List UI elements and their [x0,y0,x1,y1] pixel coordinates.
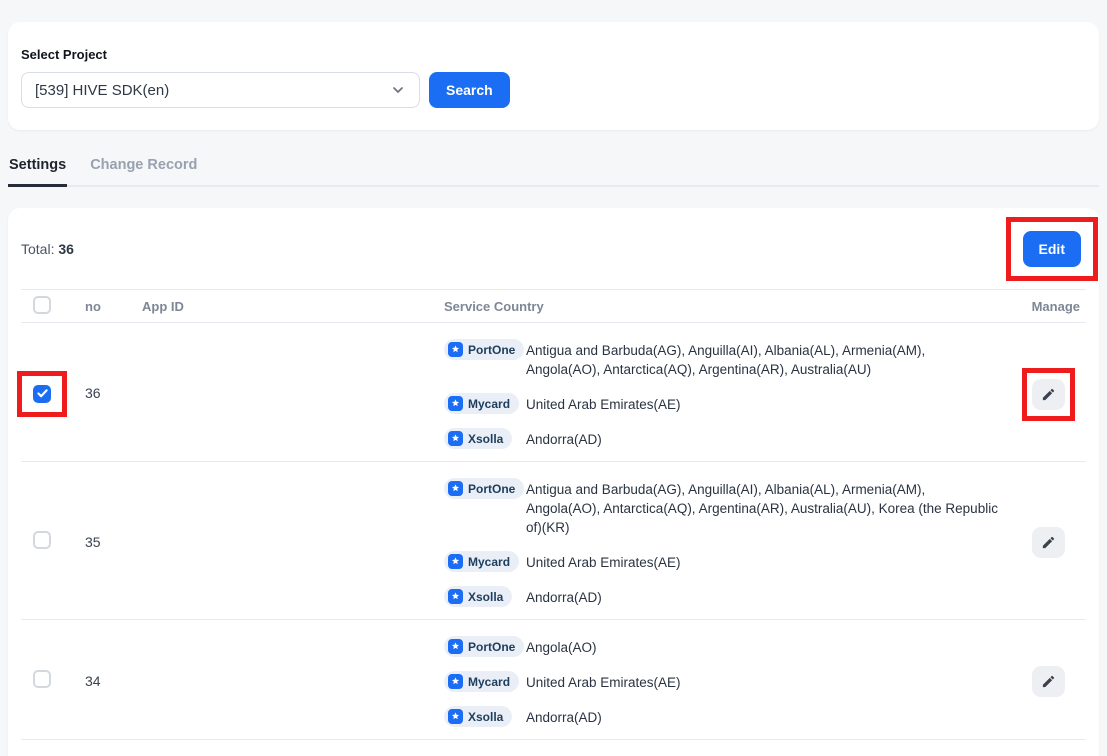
provider-badge: PortOne [444,478,524,499]
provider-icon [448,431,463,446]
provider-badge-label: Xsolla [468,590,503,604]
row-no: 36 [85,385,101,401]
provider-entry: Mycard United Arab Emirates(AE) [444,393,1000,414]
column-header-no: no [85,299,142,314]
column-header-app-id: App ID [142,299,444,314]
provider-badge: Xsolla [444,586,512,607]
provider-list: PortOne Antigua and Barbuda(AG), Anguill… [444,339,1000,449]
provider-badge: Xsolla [444,706,512,727]
provider-icon [448,342,463,357]
search-button[interactable]: Search [429,72,510,108]
provider-countries: United Arab Emirates(AE) [526,551,681,572]
table-body: 36 PortOne Antigua and Barbuda(AG), Angu… [21,323,1086,756]
provider-badge: Mycard [444,671,519,692]
table-row: 34 PortOne Angola(AO) Mycard United Arab… [21,620,1086,740]
row-edit-button[interactable] [1032,379,1065,410]
row-no: 34 [85,673,101,689]
provider-badge: Mycard [444,551,519,572]
provider-icon [448,589,463,604]
checkbox-annotation [17,371,67,417]
project-select[interactable]: [539] HIVE SDK(en) [21,72,420,108]
pencil-icon [1041,674,1056,689]
row-edit-button[interactable] [1032,527,1065,558]
provider-entry: PortOne Angola(AO) [444,636,1000,657]
provider-entry: Xsolla Andorra(AD) [444,706,1000,727]
table-header: no App ID Service Country Manage [21,289,1086,323]
edit-button-annotation: Edit [1006,217,1098,281]
provider-badge: Mycard [444,393,519,414]
provider-icon [448,674,463,689]
provider-countries: Antigua and Barbuda(AG), Anguilla(AI), A… [526,339,1000,379]
table-row: 36 PortOne Antigua and Barbuda(AG), Angu… [21,323,1086,462]
chevron-down-icon [390,82,406,98]
provider-entry: PortOne Antigua and Barbuda(AG), Anguill… [444,478,1000,537]
row-checkbox[interactable] [33,385,51,403]
total-label: Total: [21,241,54,257]
provider-countries: Andorra(AD) [526,428,602,449]
provider-icon [448,709,463,724]
table-row: 35 PortOne Antigua and Barbuda(AG), Angu… [21,462,1086,620]
provider-icon [448,481,463,496]
pencil-icon [1041,387,1056,402]
provider-icon [448,639,463,654]
manage-annotation [1022,655,1075,708]
provider-list: PortOne Antigua and Barbuda(AG), Anguill… [444,478,1000,607]
provider-icon [448,554,463,569]
column-header-service-country: Service Country [444,299,1000,314]
provider-badge: PortOne [444,636,524,657]
row-no: 35 [85,534,101,550]
total-count: Total: 36 [21,241,74,257]
provider-badge-label: PortOne [468,343,515,357]
provider-countries: Angola(AO) [526,636,597,657]
provider-badge-label: Xsolla [468,432,503,446]
row-edit-button[interactable] [1032,666,1065,697]
checkbox-annotation [17,517,67,563]
provider-countries: Andorra(AD) [526,586,602,607]
provider-countries: Andorra(AD) [526,706,602,727]
pencil-icon [1041,535,1056,550]
provider-badge-label: Mycard [468,555,510,569]
provider-entry: Xsolla Andorra(AD) [444,428,1000,449]
provider-countries: Antigua and Barbuda(AG), Anguilla(AI), A… [526,478,1000,537]
provider-badge: Xsolla [444,428,512,449]
provider-badge-label: Mycard [468,397,510,411]
provider-badge: PortOne [444,339,524,360]
provider-countries: United Arab Emirates(AE) [526,671,681,692]
provider-badge-label: Mycard [468,675,510,689]
provider-badge-label: Xsolla [468,710,503,724]
provider-badge-label: PortOne [468,482,515,496]
tab-change-record[interactable]: Change Record [89,157,198,187]
manage-annotation [1022,516,1075,569]
total-value: 36 [58,241,74,257]
project-select-value: [539] HIVE SDK(en) [35,82,169,99]
project-panel: Select Project [539] HIVE SDK(en) Search [8,22,1099,130]
provider-icon [448,396,463,411]
table-row: PortOne Germany(DE), France(FR), Korea (… [21,740,1086,756]
manage-annotation [1022,368,1075,421]
row-checkbox[interactable] [33,670,51,688]
provider-list: PortOne Angola(AO) Mycard United Arab Em… [444,636,1000,727]
row-checkbox[interactable] [33,531,51,549]
column-header-manage: Manage [1000,299,1086,314]
edit-button[interactable]: Edit [1023,231,1081,267]
provider-countries: United Arab Emirates(AE) [526,393,681,414]
provider-entry: Xsolla Andorra(AD) [444,586,1000,607]
select-project-label: Select Project [21,47,1086,62]
provider-entry: Mycard United Arab Emirates(AE) [444,671,1000,692]
select-all-checkbox[interactable] [33,296,51,314]
settings-table-card: Total: 36 Edit no App ID Service Country… [8,208,1099,756]
checkbox-annotation [17,656,67,702]
provider-badge-label: PortOne [468,640,515,654]
provider-entry: Mycard United Arab Emirates(AE) [444,551,1000,572]
tab-bar: Settings Change Record [8,157,1099,187]
tab-settings[interactable]: Settings [8,157,67,187]
provider-entry: PortOne Antigua and Barbuda(AG), Anguill… [444,339,1000,379]
